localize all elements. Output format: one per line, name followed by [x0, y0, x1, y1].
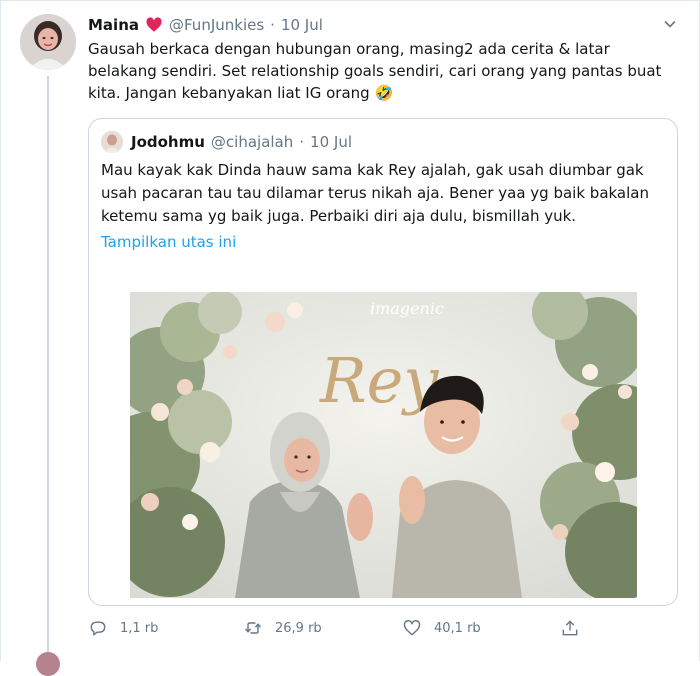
reply-icon	[90, 621, 106, 636]
reply-count: 1,1 rb	[120, 620, 159, 636]
retweet-button[interactable]: 26,9 rb	[243, 616, 322, 640]
show-thread-link[interactable]: Tampilkan utas ini	[101, 233, 236, 251]
share-button[interactable]	[560, 616, 580, 640]
more-menu-button[interactable]	[660, 14, 680, 34]
like-heart-icon	[403, 620, 421, 636]
tweet-date[interactable]: 10 Jul	[281, 16, 323, 34]
author-name[interactable]: Maina	[88, 16, 139, 34]
next-tweet-avatar[interactable]	[36, 652, 60, 676]
avatar[interactable]	[20, 14, 76, 70]
quoted-photo[interactable]: imagenic Rey	[130, 292, 637, 598]
quoted-date: 10 Jul	[310, 133, 352, 151]
like-button[interactable]: 40,1 rb	[402, 616, 481, 640]
quoted-separator-dot: ·	[299, 133, 305, 151]
tweet-actions: 1,1 rb 26,9 rb 40,1 rb	[88, 616, 588, 640]
author-handle[interactable]: @FunJunkies	[169, 16, 264, 34]
quoted-tweet[interactable]: Jodohmu @cihajalah · 10 Jul Mau kayak ka…	[88, 118, 678, 606]
thread-line	[47, 76, 49, 662]
wedding-photo: imagenic Rey	[130, 292, 637, 598]
retweet-count: 26,9 rb	[275, 620, 322, 636]
separator-dot: ·	[270, 16, 275, 34]
rofl-emoji-icon: 🤣	[374, 84, 394, 102]
quoted-author-name: Jodohmu	[131, 133, 205, 151]
quoted-avatar	[101, 131, 123, 153]
quoted-text: Mau kayak kak Dinda hauw sama kak Rey aj…	[101, 161, 649, 225]
chevron-down-icon	[664, 20, 676, 28]
quoted-header: Jodohmu @cihajalah · 10 Jul	[131, 131, 352, 153]
share-icon	[562, 620, 578, 636]
quoted-avatar-image	[101, 131, 123, 153]
like-count: 40,1 rb	[434, 620, 481, 636]
avatar-image	[20, 14, 76, 70]
tweet-header: Maina @FunJunkies · 10 Jul	[88, 14, 323, 36]
heart-emoji-icon	[146, 17, 162, 32]
tweet-text: Gausah berkaca dengan hubungan orang, ma…	[88, 38, 678, 104]
retweet-icon	[244, 622, 262, 634]
quoted-author-handle: @cihajalah	[210, 133, 294, 151]
photo-watermark: imagenic	[370, 299, 444, 318]
reply-button[interactable]: 1,1 rb	[88, 616, 158, 640]
